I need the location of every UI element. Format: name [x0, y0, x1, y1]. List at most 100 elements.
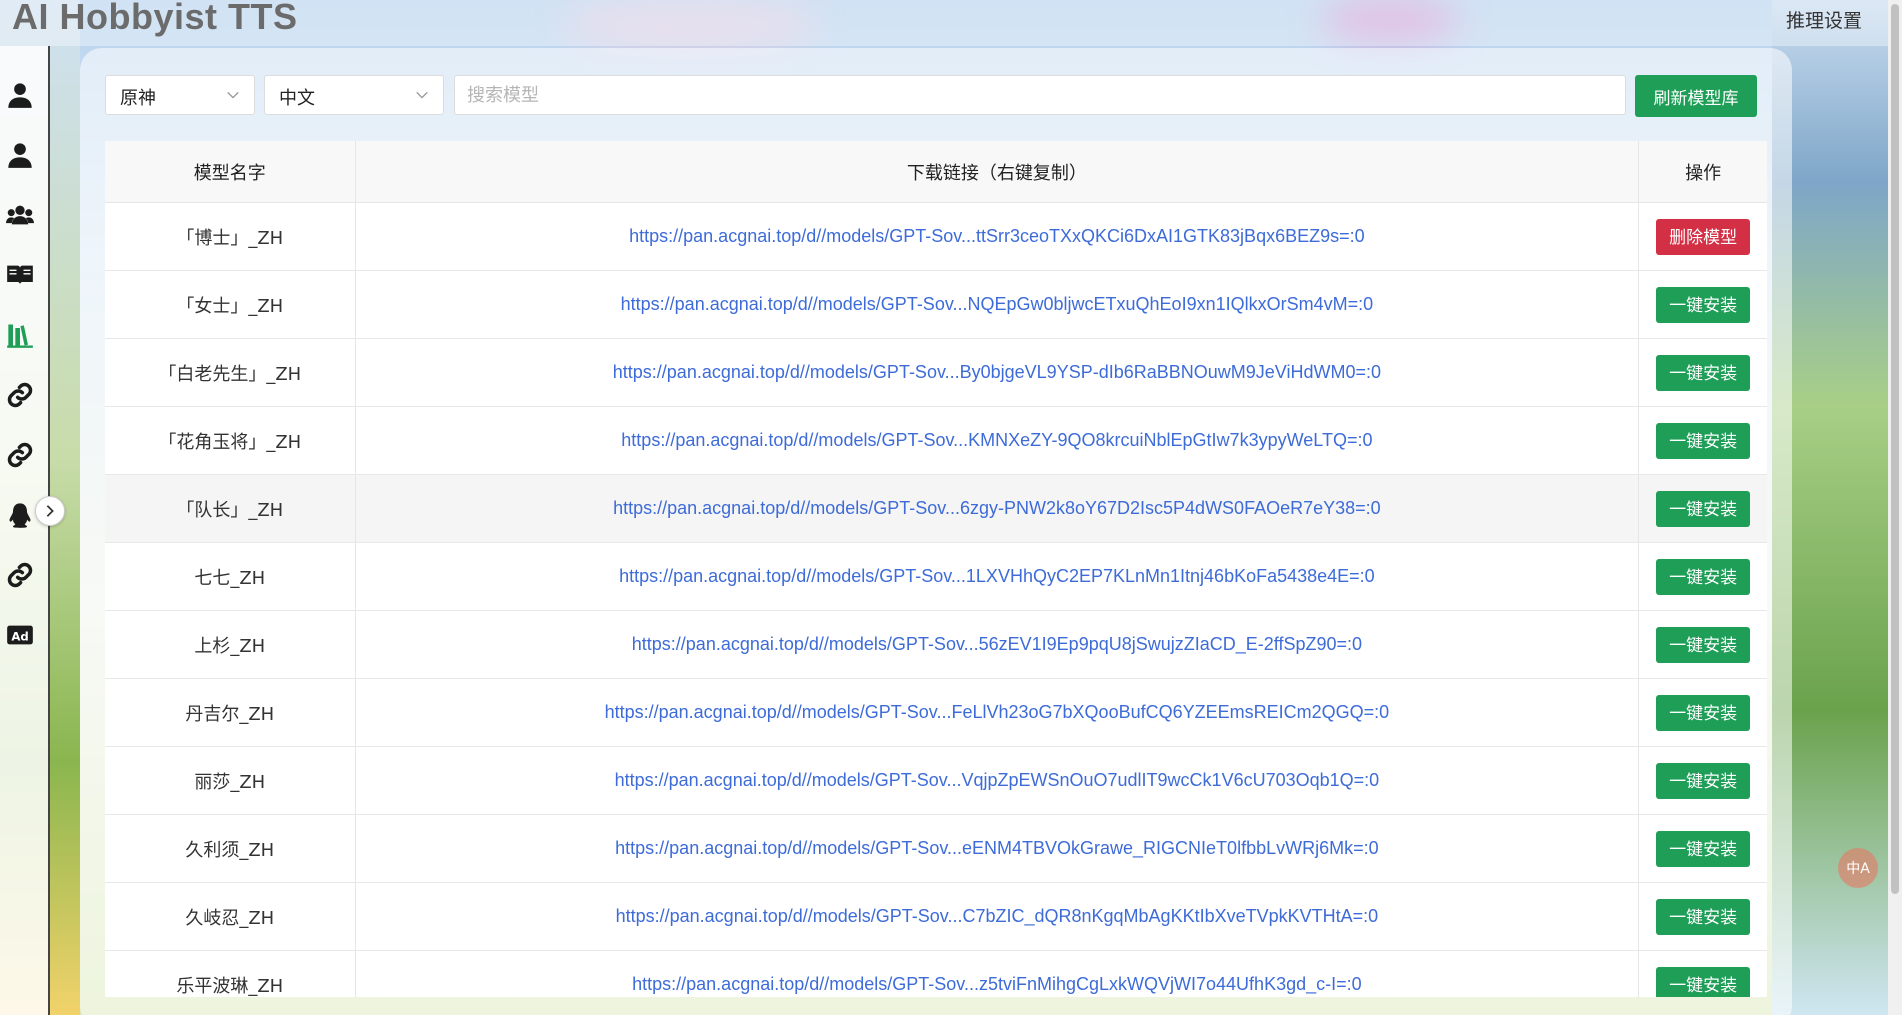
download-link-cell: https://pan.acgnai.top/d//models/GPT-Sov…	[355, 746, 1640, 815]
action-cell: 一键安装	[1638, 610, 1767, 679]
delete-model-button[interactable]: 删除模型	[1656, 218, 1751, 255]
action-cell: 删除模型	[1638, 202, 1767, 271]
svg-text:Ad: Ad	[11, 629, 28, 643]
qq-penguin-icon[interactable]	[5, 500, 35, 530]
user-icon[interactable]	[5, 80, 35, 110]
install-model-button[interactable]: 一键安装	[1656, 966, 1751, 997]
link-icon[interactable]	[5, 380, 35, 410]
model-name-cell: 丽莎_ZH	[105, 746, 356, 815]
table-row: 乐平波琳_ZH https://pan.acgnai.top/d//models/…	[105, 950, 1767, 997]
action-cell: 一键安装	[1638, 882, 1767, 951]
download-link[interactable]: https://pan.acgnai.top/d//models/GPT-Sov…	[621, 294, 1373, 314]
inference-settings-link[interactable]: 推理设置	[1786, 6, 1862, 33]
column-header-name: 模型名字	[105, 141, 356, 203]
game-select-value: 原神	[120, 88, 156, 109]
action-cell: 一键安装	[1638, 474, 1767, 543]
page-scrollbar[interactable]	[1888, 0, 1902, 1015]
install-model-button[interactable]: 一键安装	[1656, 762, 1751, 799]
download-link[interactable]: https://pan.acgnai.top/d//models/GPT-Sov…	[629, 226, 1365, 246]
download-link[interactable]: https://pan.acgnai.top/d//models/GPT-Sov…	[632, 974, 1362, 994]
model-name-cell: 丹吉尔_ZH	[105, 678, 356, 747]
action-cell: 一键安装	[1638, 746, 1767, 815]
table-row: 久利须_ZH https://pan.acgnai.top/d//models/G…	[105, 814, 1767, 883]
download-link-cell: https://pan.acgnai.top/d//models/GPT-Sov…	[355, 338, 1640, 407]
model-table: 模型名字 下载链接（右键复制） 操作 「博士」_ZH https://pan.ac…	[105, 141, 1767, 997]
download-link[interactable]: https://pan.acgnai.top/d//models/GPT-Sov…	[615, 770, 1380, 790]
model-name-cell: 久岐忍_ZH	[105, 882, 356, 951]
action-cell: 一键安装	[1638, 814, 1767, 883]
sidebar-expand-button[interactable]	[35, 496, 65, 526]
model-name-cell: 「白老先生」_ZH	[105, 338, 356, 407]
table-row: 久岐忍_ZH https://pan.acgnai.top/d//models/G…	[105, 882, 1767, 951]
install-model-button[interactable]: 一键安装	[1656, 354, 1751, 391]
book-icon[interactable]	[5, 260, 35, 290]
download-link-cell: https://pan.acgnai.top/d//models/GPT-Sov…	[355, 542, 1640, 611]
page: AI Hobbyist TTS 推理设置 Ad 原神 中文 搜索模型 刷新模型库…	[0, 0, 1902, 1015]
download-link-cell: https://pan.acgnai.top/d//models/GPT-Sov…	[355, 814, 1640, 883]
download-link[interactable]: https://pan.acgnai.top/d//models/GPT-Sov…	[605, 702, 1390, 722]
install-model-button[interactable]: 一键安装	[1656, 286, 1751, 323]
table-row: 「博士」_ZH https://pan.acgnai.top/d//models/…	[105, 202, 1767, 271]
model-name-cell: 「博士」_ZH	[105, 202, 356, 271]
library-icon[interactable]	[5, 320, 35, 350]
model-search-input[interactable]	[454, 75, 1626, 115]
language-select-value: 中文	[279, 88, 315, 109]
action-cell: 一键安装	[1638, 950, 1767, 997]
download-link[interactable]: https://pan.acgnai.top/d//models/GPT-Sov…	[619, 566, 1375, 586]
download-link-cell: https://pan.acgnai.top/d//models/GPT-Sov…	[355, 882, 1640, 951]
action-cell: 一键安装	[1638, 542, 1767, 611]
download-link-cell: https://pan.acgnai.top/d//models/GPT-Sov…	[355, 202, 1640, 271]
users-icon[interactable]	[5, 200, 35, 230]
translate-icon[interactable]: 中A	[1838, 848, 1878, 888]
table-row: 丹吉尔_ZH https://pan.acgnai.top/d//models/G…	[105, 678, 1767, 747]
action-cell: 一键安装	[1638, 270, 1767, 339]
download-link[interactable]: https://pan.acgnai.top/d//models/GPT-Sov…	[613, 362, 1381, 382]
table-row: 「白老先生」_ZH https://pan.acgnai.top/d//model…	[105, 338, 1767, 407]
model-name-cell: 久利须_ZH	[105, 814, 356, 883]
model-name-cell: 「女士」_ZH	[105, 270, 356, 339]
action-cell: 一键安装	[1638, 406, 1767, 475]
download-link[interactable]: https://pan.acgnai.top/d//models/GPT-Sov…	[615, 838, 1378, 858]
download-link-cell: https://pan.acgnai.top/d//models/GPT-Sov…	[355, 610, 1640, 679]
refresh-model-library-button[interactable]: 刷新模型库	[1635, 75, 1757, 117]
install-model-button[interactable]: 一键安装	[1656, 830, 1751, 867]
download-link[interactable]: https://pan.acgnai.top/d//models/GPT-Sov…	[613, 498, 1381, 518]
download-link-cell: https://pan.acgnai.top/d//models/GPT-Sov…	[355, 474, 1640, 543]
model-name-cell: 七七_ZH	[105, 542, 356, 611]
chevron-down-icon	[416, 91, 428, 99]
language-select[interactable]: 中文	[264, 75, 444, 115]
user-icon[interactable]	[5, 140, 35, 170]
app-title: AI Hobbyist TTS	[12, 0, 298, 37]
model-name-cell: 乐平波琳_ZH	[105, 950, 356, 997]
game-select[interactable]: 原神	[105, 75, 255, 115]
action-cell: 一键安装	[1638, 338, 1767, 407]
install-model-button[interactable]: 一键安装	[1656, 626, 1751, 663]
install-model-button[interactable]: 一键安装	[1656, 422, 1751, 459]
install-model-button[interactable]: 一键安装	[1656, 490, 1751, 527]
table-row: 「花角玉将」_ZH https://pan.acgnai.top/d//model…	[105, 406, 1767, 475]
chevron-down-icon	[227, 91, 239, 99]
scrollbar-thumb[interactable]	[1891, 4, 1899, 894]
link-icon[interactable]	[5, 440, 35, 470]
column-header-action: 操作	[1638, 141, 1767, 203]
download-link[interactable]: https://pan.acgnai.top/d//models/GPT-Sov…	[632, 634, 1362, 654]
download-link-cell: https://pan.acgnai.top/d//models/GPT-Sov…	[355, 270, 1640, 339]
sidebar: Ad	[0, 46, 50, 1015]
top-bar: AI Hobbyist TTS 推理设置	[0, 0, 1902, 46]
download-link[interactable]: https://pan.acgnai.top/d//models/GPT-Sov…	[621, 430, 1372, 450]
install-model-button[interactable]: 一键安装	[1656, 694, 1751, 731]
table-row: 丽莎_ZH https://pan.acgnai.top/d//models/GP…	[105, 746, 1767, 815]
download-link-cell: https://pan.acgnai.top/d//models/GPT-Sov…	[355, 950, 1640, 997]
download-link-cell: https://pan.acgnai.top/d//models/GPT-Sov…	[355, 678, 1640, 747]
download-link-cell: https://pan.acgnai.top/d//models/GPT-Sov…	[355, 406, 1640, 475]
table-row: 「队长」_ZH https://pan.acgnai.top/d//models/…	[105, 474, 1767, 543]
table-header-row: 模型名字 下载链接（右键复制） 操作	[105, 141, 1767, 203]
table-row: 七七_ZH https://pan.acgnai.top/d//models/GP…	[105, 542, 1767, 611]
chevron-right-icon	[46, 505, 54, 517]
install-model-button[interactable]: 一键安装	[1656, 898, 1751, 935]
ad-icon[interactable]: Ad	[5, 620, 35, 650]
download-link[interactable]: https://pan.acgnai.top/d//models/GPT-Sov…	[616, 906, 1379, 926]
table-row: 「女士」_ZH https://pan.acgnai.top/d//models/…	[105, 270, 1767, 339]
install-model-button[interactable]: 一键安装	[1656, 558, 1751, 595]
link-icon[interactable]	[5, 560, 35, 590]
